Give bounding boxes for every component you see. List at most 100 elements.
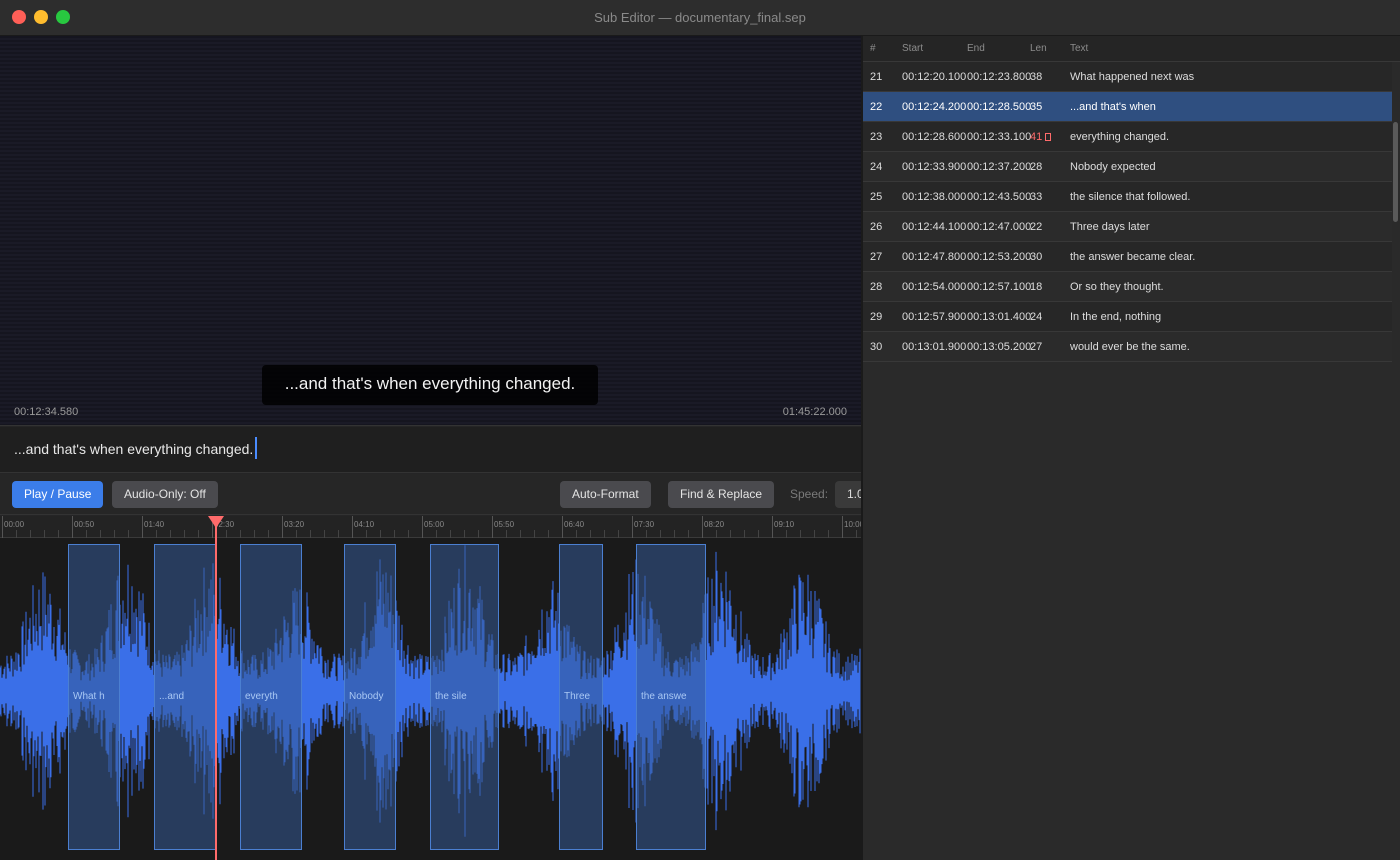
speed-input[interactable]: 1.0 — [835, 481, 861, 508]
toolbar: Play / Pause Audio-Only: Off Auto-Format… — [0, 474, 861, 515]
cue-block[interactable]: What h — [68, 544, 120, 850]
cue-block[interactable]: everyth — [240, 544, 302, 850]
playhead-handle[interactable] — [208, 516, 224, 528]
table-row[interactable]: 23 00:12:28.600 00:12:33.100 41 everything c… — [863, 122, 1392, 152]
cell-len: 28 — [1030, 161, 1042, 173]
auto-format-button[interactable]: Auto-Format — [560, 481, 651, 508]
cell-start-value: 00:13:01.900 — [902, 341, 967, 353]
cue-block[interactable]: the sile — [430, 544, 499, 850]
ruler-minor-tick — [16, 530, 17, 538]
ruler-minor-tick — [156, 530, 157, 538]
video-preview[interactable]: ...and that's when everything changed. 0… — [0, 36, 861, 426]
cell-len: 38 — [1030, 71, 1042, 83]
warning-icon — [1045, 133, 1052, 141]
cue-block[interactable]: the answe — [636, 544, 706, 850]
time-ruler[interactable]: 00:00 00:50 01:40 02:30 03:20 04:10 05:00 05:50… — [0, 516, 861, 538]
cue-label: What h — [73, 691, 105, 702]
cell-num: 21 — [870, 71, 882, 83]
ruler-minor-tick — [730, 530, 731, 538]
audio-only-toggle[interactable]: Audio-Only: Off — [112, 481, 218, 508]
cue-label: everyth — [245, 691, 278, 702]
cue-label: Three — [564, 691, 591, 702]
table-row[interactable]: 30 00:13:01.900 00:13:05.200 27 would ever b… — [863, 332, 1392, 362]
cell-end: 00:12:37.200 — [967, 161, 1031, 173]
cell-start: 00:12:47.800 — [902, 251, 966, 263]
header-text[interactable]: Text — [1070, 43, 1088, 54]
cell-start-value: 00:12:54.000 — [902, 281, 967, 293]
scrollbar-thumb[interactable] — [1393, 122, 1398, 222]
editor-pane: ...and that's when everything changed. 0… — [0, 36, 861, 860]
table-scrollbar[interactable] — [1392, 62, 1400, 860]
ruler-tick-label: 05:50 — [494, 520, 515, 529]
table-row[interactable]: 27 00:12:47.800 00:12:53.200 30 the answer b… — [863, 242, 1392, 272]
cell-start: 00:12:38.000 — [902, 191, 966, 203]
table-header: # Start End Len Text — [863, 36, 1400, 62]
waveform-timeline[interactable]: 00:00 00:50 01:40 02:30 03:20 04:10 05:00 05:50… — [0, 516, 861, 860]
header-len[interactable]: Len — [1030, 43, 1047, 54]
cell-start-value: 00:12:28.600 — [902, 131, 967, 143]
table-row[interactable]: 26 00:12:44.100 00:12:47.000 22 Three days l… — [863, 212, 1392, 242]
cell-len-value: 18 — [1030, 281, 1043, 293]
ruler-tick-label: 05:00 — [424, 520, 445, 529]
cell-len-value: 30 — [1030, 251, 1043, 263]
table-row[interactable]: 22 00:12:24.200 00:12:28.500 35 ...and that'… — [863, 92, 1392, 122]
ruler-minor-tick — [674, 530, 675, 538]
cell-start: 00:12:54.000 — [902, 281, 966, 293]
cell-start-value: 00:12:38.000 — [902, 191, 967, 203]
ruler-minor-tick — [184, 530, 185, 538]
ruler-tick-label: 00:00 — [4, 520, 25, 529]
cell-end-value: 00:13:01.400 — [967, 311, 1032, 323]
cell-start-value: 00:12:33.900 — [902, 161, 967, 173]
subtitle-text-editor[interactable]: ...and that's when everything changed. — [0, 427, 861, 473]
table-row[interactable]: 24 00:12:33.900 00:12:37.200 28 Nobody expec… — [863, 152, 1392, 182]
table-row[interactable]: 21 00:12:20.100 00:12:23.800 38 What happene… — [863, 62, 1392, 92]
cell-num-value: 30 — [870, 341, 883, 353]
cue-block[interactable]: Three — [559, 544, 603, 850]
cell-text-value: the answer became clear. — [1070, 251, 1196, 263]
header-start[interactable]: Start — [902, 43, 923, 54]
cue-block[interactable]: Nobody — [344, 544, 396, 850]
cue-label: ...and — [159, 691, 185, 702]
ruler-minor-tick — [436, 530, 437, 538]
ruler-minor-tick — [408, 530, 409, 538]
ruler-tick-label: 01:40 — [144, 520, 165, 529]
ruler-minor-tick — [590, 530, 591, 538]
playhead[interactable] — [215, 516, 217, 860]
play-pause-button[interactable]: Play / Pause — [12, 481, 104, 508]
cell-num: 30 — [870, 341, 882, 353]
cell-text-value: ...and that's when — [1070, 101, 1156, 113]
find-replace-button[interactable]: Find & Replace — [668, 481, 775, 508]
app-window: Sub Editor — documentary_final.sep ...an… — [0, 0, 1400, 860]
cell-num-value: 23 — [870, 131, 883, 143]
cell-start: 00:12:57.900 — [902, 311, 966, 323]
header-end[interactable]: End — [967, 43, 985, 54]
cell-text-value: What happened next was — [1070, 71, 1195, 83]
table-row[interactable]: 28 00:12:54.000 00:12:57.100 18 Or so they t… — [863, 272, 1392, 302]
subtitle-edit-field[interactable]: ...and that's when everything changed. — [14, 437, 258, 460]
ruler-minor-tick — [44, 530, 45, 538]
ruler-minor-tick — [380, 530, 381, 538]
cue-block[interactable]: ...and — [154, 544, 216, 850]
cell-num: 24 — [870, 161, 882, 173]
ruler-minor-tick — [758, 530, 759, 538]
cell-start: 00:12:44.100 — [902, 221, 966, 233]
table-row[interactable]: 25 00:12:38.000 00:12:43.500 33 the silence … — [863, 182, 1392, 212]
cell-text: Or so they thought. — [1070, 281, 1164, 293]
ruler-minor-tick — [30, 530, 31, 538]
table-row[interactable]: 29 00:12:57.900 00:13:01.400 24 In the end, … — [863, 302, 1392, 332]
cell-start: 00:12:20.100 — [902, 71, 966, 83]
cell-end-value: 00:12:53.200 — [967, 251, 1032, 263]
cell-text: Nobody expected — [1070, 161, 1156, 173]
ruler-minor-tick — [548, 530, 549, 538]
cell-len-value: 35 — [1030, 101, 1043, 113]
cell-num-value: 27 — [870, 251, 883, 263]
cell-num-value: 29 — [870, 311, 883, 323]
cell-end-value: 00:12:33.100 — [967, 131, 1032, 143]
title-bar: Sub Editor — documentary_final.sep — [0, 0, 1400, 36]
ruler-minor-tick — [660, 530, 661, 538]
cell-end-value: 00:12:47.000 — [967, 221, 1032, 233]
cell-len: 18 — [1030, 281, 1042, 293]
cell-len-value: 24 — [1030, 311, 1043, 323]
cell-num-value: 26 — [870, 221, 883, 233]
header-num[interactable]: # — [870, 43, 876, 54]
